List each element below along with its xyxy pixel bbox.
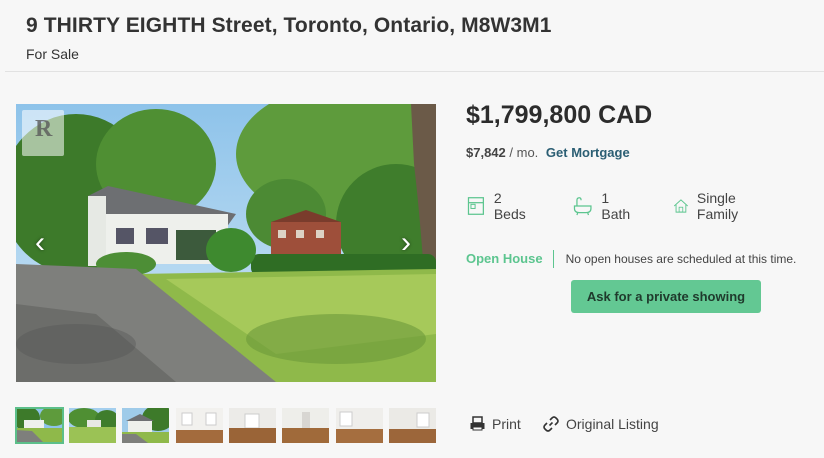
- original-listing-link[interactable]: Original Listing: [542, 415, 659, 433]
- thumbnail[interactable]: [15, 407, 64, 444]
- open-house-row: Open House No open houses are scheduled …: [466, 249, 796, 269]
- open-house-label: Open House: [466, 250, 554, 268]
- get-mortgage-link[interactable]: Get Mortgage: [546, 145, 630, 160]
- print-icon: [470, 416, 485, 431]
- monthly-payment: $7,842: [466, 145, 506, 160]
- open-house-message: No open houses are scheduled at this tim…: [565, 252, 797, 266]
- private-showing-button[interactable]: Ask for a private showing: [571, 280, 761, 313]
- per-month-label: / mo.: [509, 145, 539, 160]
- beds-feature: 2 Beds: [466, 190, 530, 222]
- listing-price: $1,799,800 CAD: [466, 101, 653, 129]
- thumbnail[interactable]: [229, 408, 276, 443]
- print-button[interactable]: Print: [469, 415, 521, 432]
- chevron-left-icon[interactable]: ‹: [30, 226, 50, 260]
- listing-status: For Sale: [26, 46, 79, 62]
- thumbnail[interactable]: [122, 408, 169, 443]
- house-photo-illustration: [16, 104, 436, 382]
- bathtub-icon: [573, 197, 592, 216]
- link-icon: [543, 416, 559, 432]
- mortgage-estimate: $7,842 / mo. Get Mortgage: [466, 145, 630, 160]
- thumbnail[interactable]: [389, 408, 436, 443]
- house-icon: [673, 199, 688, 213]
- thumbnail[interactable]: [282, 408, 329, 443]
- thumbnail[interactable]: [336, 408, 383, 443]
- original-listing-label: Original Listing: [566, 416, 659, 432]
- listing-header: 9 THIRTY EIGHTH Street, Toronto, Ontario…: [5, 0, 824, 72]
- realtor-logo: R: [22, 110, 64, 156]
- bed-icon: [467, 197, 484, 215]
- chevron-right-icon[interactable]: ›: [396, 226, 416, 260]
- thumbnail[interactable]: [176, 408, 223, 443]
- baths-label: 1 Bath: [601, 190, 631, 222]
- beds-label: 2 Beds: [493, 190, 526, 222]
- property-type-feature: Single Family: [673, 190, 748, 222]
- print-label: Print: [492, 415, 521, 432]
- main-photo[interactable]: R ‹ ›: [16, 104, 436, 382]
- property-type-label: Single Family: [696, 190, 739, 222]
- listing-page: 9 THIRTY EIGHTH Street, Toronto, Ontario…: [0, 0, 824, 458]
- thumbnail[interactable]: [69, 408, 116, 443]
- baths-feature: 1 Bath: [572, 190, 635, 222]
- listing-address: 9 THIRTY EIGHTH Street, Toronto, Ontario…: [26, 14, 552, 37]
